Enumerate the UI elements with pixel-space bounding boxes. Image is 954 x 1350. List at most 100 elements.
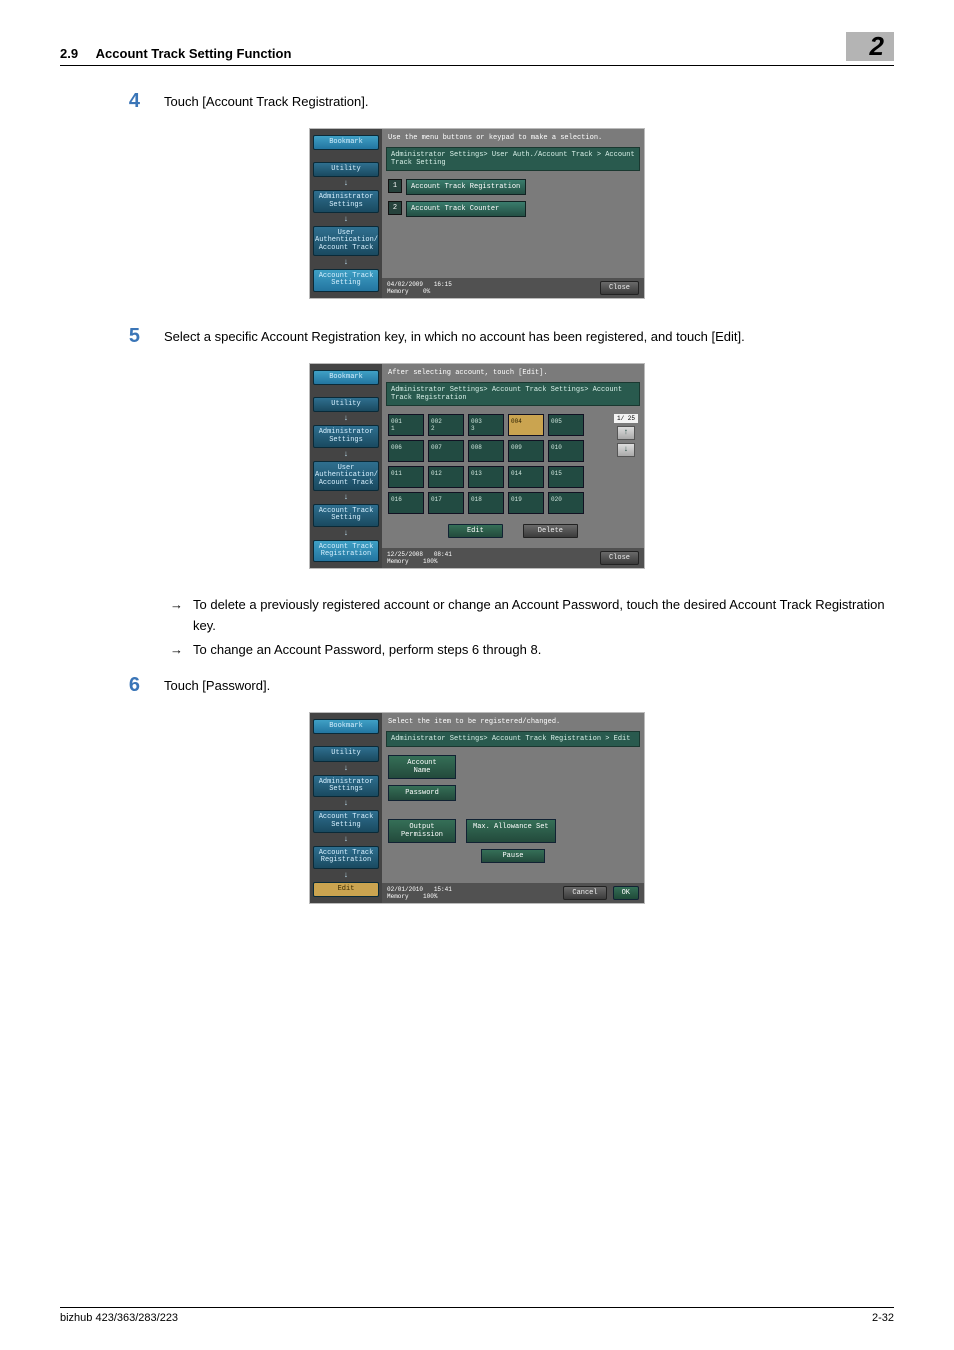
step-number: 6 [60, 674, 140, 696]
chevron-down-icon: ↓ [313, 529, 379, 538]
account-cell[interactable]: 009 [508, 440, 544, 462]
account-cell[interactable]: 013 [468, 466, 504, 488]
account-cell[interactable]: 011 [388, 466, 424, 488]
chevron-down-icon: ↓ [313, 179, 379, 188]
chevron-down-icon: ↓ [313, 871, 379, 880]
utility-button[interactable]: Utility [313, 162, 379, 177]
user-auth-button[interactable]: User Authentication/ Account Track [313, 461, 379, 491]
bookmark-button[interactable]: Bookmark [313, 719, 379, 734]
account-cell[interactable]: 0022 [428, 414, 464, 436]
account-cell[interactable]: 007 [428, 440, 464, 462]
chevron-down-icon: ↓ [313, 450, 379, 459]
menu-index: 1 [388, 179, 402, 193]
account-cell[interactable]: 0033 [468, 414, 504, 436]
account-cell[interactable]: 015 [548, 466, 584, 488]
note-text: To change an Account Password, perform s… [193, 640, 541, 660]
note-text: To delete a previously registered accoun… [193, 595, 894, 635]
section-heading: Account Track Setting Function [96, 46, 292, 61]
admin-settings-button[interactable]: Administrator Settings [313, 190, 379, 213]
page-down-button[interactable]: ↓ [617, 443, 635, 457]
bookmark-button[interactable]: Bookmark [313, 135, 379, 150]
footer-model: bizhub 423/363/283/223 [60, 1312, 178, 1324]
account-cell[interactable]: 012 [428, 466, 464, 488]
account-cell[interactable]: 014 [508, 466, 544, 488]
admin-settings-button[interactable]: Administrator Settings [313, 425, 379, 448]
chevron-down-icon: ↓ [313, 799, 379, 808]
account-cell[interactable]: 017 [428, 492, 464, 514]
footer-memory-label: Memory [387, 288, 409, 295]
step-text: Select a specific Account Registration k… [164, 325, 894, 347]
footer-date: 12/25/2008 [387, 551, 423, 558]
screen-footer: 04/02/2009 16:15 Memory 0% Close [382, 278, 644, 298]
account-cell[interactable]: 0011 [388, 414, 424, 436]
account-name-button[interactable]: Account Name [388, 755, 456, 779]
account-cell[interactable]: 008 [468, 440, 504, 462]
chevron-down-icon: ↓ [313, 215, 379, 224]
cancel-button[interactable]: Cancel [563, 886, 606, 900]
footer-memory-value: 0% [423, 288, 430, 295]
step-5: 5 Select a specific Account Registration… [60, 325, 894, 347]
pager: 1/ 25 ↑ ↓ [614, 414, 638, 457]
max-allowance-button[interactable]: Max. Allowance Set [466, 819, 556, 843]
admin-settings-button[interactable]: Administrator Settings [313, 775, 379, 798]
utility-button[interactable]: Utility [313, 746, 379, 761]
pause-button[interactable]: Pause [481, 849, 544, 863]
step-number: 5 [60, 325, 140, 347]
user-auth-button[interactable]: User Authentication/ Account Track [313, 226, 379, 256]
sidebar: Bookmark Utility ↓ Administrator Setting… [310, 713, 382, 903]
footer-memory-value: 100% [423, 893, 437, 900]
footer-time: 15:41 [434, 886, 452, 893]
account-cell[interactable]: 019 [508, 492, 544, 514]
delete-button[interactable]: Delete [523, 524, 578, 538]
account-cell[interactable]: 020 [548, 492, 584, 514]
account-cell[interactable]: 016 [388, 492, 424, 514]
ok-button[interactable]: OK [613, 886, 639, 900]
bookmark-button[interactable]: Bookmark [313, 370, 379, 385]
password-button[interactable]: Password [388, 785, 456, 801]
account-cell[interactable]: 018 [468, 492, 504, 514]
section-title: 2.9 Account Track Setting Function [60, 46, 291, 61]
account-cell[interactable]: 005 [548, 414, 584, 436]
chapter-number: 2 [846, 32, 894, 61]
main-panel: Select the item to be registered/changed… [382, 713, 644, 903]
output-permission-button[interactable]: Output Permission [388, 819, 456, 843]
page-footer: bizhub 423/363/283/223 2-32 [60, 1307, 894, 1324]
close-button[interactable]: Close [600, 551, 639, 565]
footer-date: 04/02/2009 [387, 281, 423, 288]
chevron-down-icon: ↓ [313, 764, 379, 773]
arrow-right-icon: → [170, 640, 183, 660]
footer-page: 2-32 [872, 1312, 894, 1324]
account-cell[interactable]: 004 [508, 414, 544, 436]
edit-crumb-button[interactable]: Edit [313, 882, 379, 897]
account-track-registration-button[interactable]: Account Track Registration [313, 540, 379, 563]
account-cell[interactable]: 010 [548, 440, 584, 462]
instruction-text: Use the menu buttons or keypad to make a… [382, 129, 644, 147]
footer-memory-label: Memory [387, 893, 409, 900]
utility-button[interactable]: Utility [313, 397, 379, 412]
chevron-down-icon: ↓ [313, 258, 379, 267]
close-button[interactable]: Close [600, 281, 639, 295]
page-up-button[interactable]: ↑ [617, 426, 635, 440]
account-track-setting-button[interactable]: Account Track Setting [313, 810, 379, 833]
footer-time: 16:15 [434, 281, 452, 288]
account-track-registration-button[interactable]: Account Track Registration [406, 179, 526, 195]
footer-time: 08:41 [434, 551, 452, 558]
step-6: 6 Touch [Password]. [60, 674, 894, 696]
account-track-registration-button[interactable]: Account Track Registration [313, 846, 379, 869]
edit-button[interactable]: Edit [448, 524, 503, 538]
screenshot-account-track-setting: Bookmark Utility ↓ Administrator Setting… [309, 128, 645, 299]
step-text: Touch [Password]. [164, 674, 894, 696]
account-track-setting-button[interactable]: Account Track Setting [313, 504, 379, 527]
account-cell[interactable]: 006 [388, 440, 424, 462]
instruction-text: After selecting account, touch [Edit]. [382, 364, 644, 382]
main-panel: Use the menu buttons or keypad to make a… [382, 129, 644, 298]
page-indicator: 1/ 25 [614, 414, 638, 423]
main-panel: After selecting account, touch [Edit]. A… [382, 364, 644, 569]
account-grid: 001100220033004 005 006 007 008 009 010 … [388, 414, 638, 514]
breadcrumb: Administrator Settings> Account Track Re… [386, 731, 640, 747]
footer-date: 02/01/2010 [387, 886, 423, 893]
screenshot-account-track-registration: Bookmark Utility ↓ Administrator Setting… [309, 363, 645, 570]
account-track-counter-button[interactable]: Account Track Counter [406, 201, 526, 217]
chevron-down-icon: ↓ [313, 493, 379, 502]
account-track-setting-button[interactable]: Account Track Setting [313, 269, 379, 292]
